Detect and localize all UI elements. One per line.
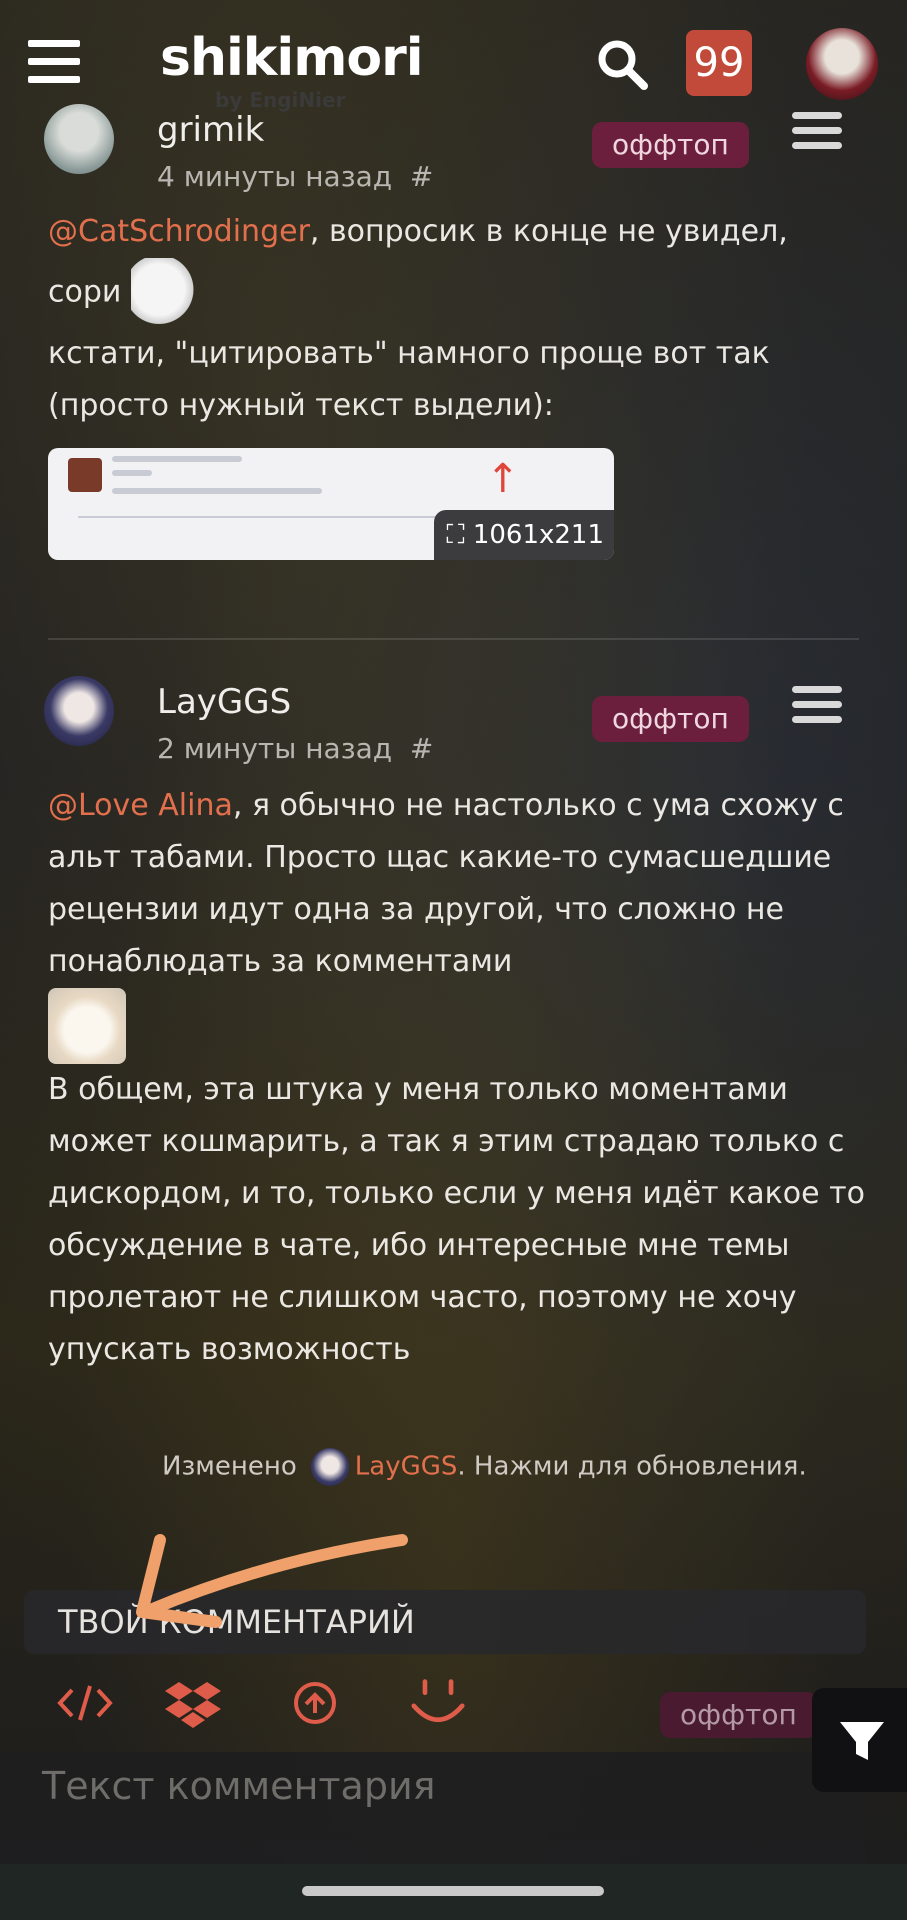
code-icon[interactable] — [56, 1676, 114, 1730]
comment-author[interactable]: grimik — [157, 110, 264, 150]
divider — [48, 638, 859, 640]
permalink-hash[interactable]: # — [410, 732, 433, 765]
dropbox-icon[interactable] — [164, 1676, 222, 1730]
editor-link[interactable]: LayGGS — [355, 1452, 458, 1482]
sticker-image — [48, 988, 126, 1064]
menu-icon[interactable] — [28, 40, 80, 84]
offtopic-toggle[interactable]: оффтоп — [660, 1692, 817, 1738]
notification-badge[interactable]: 99 — [686, 30, 752, 96]
offtopic-tag[interactable]: оффтоп — [592, 696, 749, 742]
filter-icon — [840, 1722, 884, 1760]
avatar[interactable] — [44, 676, 114, 746]
time-text: 4 минуты назад — [157, 160, 393, 193]
expand-icon: ⛶ — [446, 520, 465, 550]
avatar[interactable] — [44, 104, 114, 174]
comment-body: @CatSchrodinger, вопросик в конце не уви… — [48, 206, 868, 432]
refresh-hint: . Нажми для обновления. — [457, 1451, 807, 1482]
sticker-image — [130, 258, 201, 328]
comment-placeholder: Текст комментария — [42, 1764, 436, 1808]
edited-label: Изменено — [162, 1451, 297, 1482]
comment-time: 2 минуты назад # — [157, 732, 433, 765]
screenshot-line — [112, 488, 322, 494]
mention-link[interactable]: @Love Alina — [48, 788, 233, 823]
comment-text: , вопросик в конце не увидел, — [309, 214, 788, 249]
offtopic-tag[interactable]: оффтоп — [592, 122, 749, 168]
comment-text: кстати, "цитировать" намного проще вот т… — [48, 336, 770, 423]
comment-text: В общем, эта штука у меня только момента… — [48, 1072, 865, 1367]
search-icon[interactable] — [596, 38, 648, 90]
permalink-hash[interactable]: # — [410, 160, 433, 193]
comment-menu-icon[interactable] — [792, 686, 842, 726]
top-bar: shikimori by EngiNier 99 — [0, 0, 907, 120]
comment-author[interactable]: LayGGS — [157, 682, 291, 722]
logo-subtitle: by EngiNier — [215, 88, 346, 112]
user-avatar[interactable] — [806, 28, 878, 100]
time-text: 2 минуты назад — [157, 732, 393, 765]
comment-text: сори — [48, 274, 122, 310]
mention-link[interactable]: @CatSchrodinger — [48, 214, 310, 249]
filter-button[interactable] — [812, 1688, 907, 1792]
site-logo[interactable]: shikimori — [160, 28, 424, 88]
edited-notice[interactable]: Изменено LayGGS. Нажми для обновления. — [162, 1448, 807, 1486]
attached-screenshot[interactable]: ↑ ⛶ 1061x211 — [48, 448, 614, 560]
image-size-label[interactable]: ⛶ 1061x211 — [434, 510, 614, 560]
editor-avatar — [310, 1448, 349, 1486]
screenshot-line — [112, 456, 242, 462]
annotation-arrow — [136, 1534, 408, 1628]
screenshot-avatar — [68, 458, 102, 492]
arrow-up-icon: ↑ — [486, 456, 520, 502]
smiley-icon[interactable] — [406, 1676, 470, 1730]
comment-body: @Love Alina, я обычно не настолько с ума… — [48, 780, 868, 1376]
screenshot-line — [112, 470, 152, 476]
image-dimensions: 1061x211 — [472, 520, 604, 550]
comment-time: 4 минуты назад # — [157, 160, 433, 193]
home-indicator[interactable] — [302, 1886, 604, 1896]
comment-menu-icon[interactable] — [792, 112, 842, 152]
upload-icon[interactable] — [290, 1676, 340, 1730]
